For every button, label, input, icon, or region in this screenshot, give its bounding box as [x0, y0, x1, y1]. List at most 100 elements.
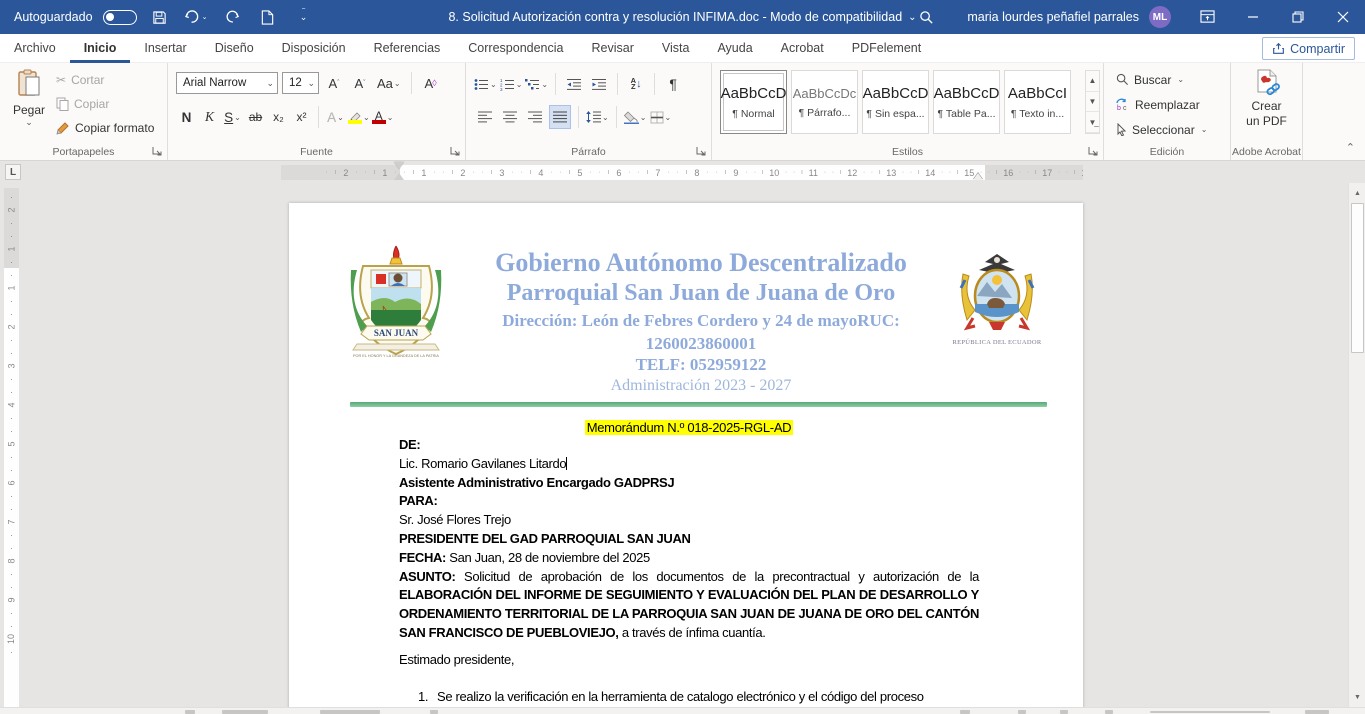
tab-diseño[interactable]: Diseño: [201, 34, 268, 63]
strikethrough-button[interactable]: ab: [245, 105, 266, 129]
letterhead: SAN JUAN POR EL HONOR Y LA GRANDEZA DE L…: [343, 240, 1047, 395]
text-effects-button[interactable]: A⌄: [325, 105, 346, 129]
letterhead-divider: [350, 402, 1047, 407]
first-line-indent-marker[interactable]: [394, 162, 404, 169]
styles-scroll-down-icon: ▼: [1086, 92, 1099, 113]
create-pdf-button[interactable]: Crear un PDF: [1231, 69, 1302, 129]
tab-correspondencia[interactable]: Correspondencia: [454, 34, 577, 63]
org-ruc: 1260023860001: [455, 333, 947, 354]
borders-button[interactable]: ⌄: [649, 105, 671, 129]
style-card-2[interactable]: AaBbCcD¶ Sin espa...: [862, 70, 929, 134]
vertical-ruler[interactable]: ·2··1· ·1··2··3··4··5··6··7··8··9··10·: [4, 188, 19, 707]
tab-referencias[interactable]: Referencias: [360, 34, 455, 63]
replace-button[interactable]: bc Reemplazar: [1116, 96, 1207, 113]
copy-button[interactable]: Copiar: [56, 95, 154, 113]
line-spacing-button[interactable]: ⌄: [586, 105, 609, 129]
highlight-color-button[interactable]: ⌄: [348, 105, 370, 129]
memo-body[interactable]: DE: Lic. Romario Gavilanes Litardo Asist…: [399, 436, 979, 706]
shading-button[interactable]: ⌄: [624, 105, 647, 129]
user-name[interactable]: maria lourdes peñafiel parrales: [967, 10, 1139, 24]
redo-icon[interactable]: [219, 4, 245, 30]
status-bar[interactable]: [0, 707, 1365, 714]
change-case-button[interactable]: Aa⌄: [375, 72, 403, 94]
tab-inicio[interactable]: Inicio: [70, 34, 131, 63]
scrollbar-thumb[interactable]: [1351, 203, 1364, 353]
subscript-button[interactable]: x₂: [268, 105, 289, 129]
customize-qat-icon[interactable]: ⌄‾: [291, 4, 317, 30]
document-page[interactable]: SAN JUAN POR EL HONOR Y LA GRANDEZA DE L…: [289, 203, 1083, 707]
minimize-button[interactable]: [1230, 0, 1275, 34]
format-painter-button[interactable]: Copiar formato: [56, 119, 154, 137]
collapse-ribbon-icon[interactable]: ⌃: [1346, 141, 1355, 154]
tab-pdfelement[interactable]: PDFelement: [838, 34, 935, 63]
save-icon[interactable]: [147, 4, 173, 30]
tab-revisar[interactable]: Revisar: [577, 34, 647, 63]
justify-button[interactable]: [549, 105, 571, 129]
autosave-toggle[interactable]: [103, 10, 137, 25]
clipboard-dialog-launcher[interactable]: [152, 146, 163, 157]
group-paragraph: ⌄ 123⌄ ⌄ AZ↓ ¶: [466, 63, 712, 160]
select-cursor-icon: [1116, 123, 1127, 136]
styles-scroll-up-icon: ▲: [1086, 71, 1099, 92]
paragraph-dialog-launcher[interactable]: [696, 146, 707, 157]
scroll-up-icon[interactable]: ▲: [1350, 185, 1365, 201]
shrink-font-button[interactable]: Aˇ: [349, 72, 371, 94]
tab-acrobat[interactable]: Acrobat: [767, 34, 838, 63]
grow-font-button[interactable]: Aˆ: [323, 72, 345, 94]
style-card-4[interactable]: AaBbCcI¶ Texto in...: [1004, 70, 1071, 134]
right-indent-marker[interactable]: [973, 173, 983, 180]
undo-icon[interactable]: ⌄: [183, 4, 209, 30]
new-document-icon[interactable]: [255, 4, 281, 30]
search-icon[interactable]: [903, 0, 949, 34]
font-dialog-launcher[interactable]: [450, 146, 461, 157]
org-administration: Administración 2023 - 2027: [455, 377, 947, 395]
greeting: Estimado presidente,: [399, 651, 979, 670]
align-center-button[interactable]: [499, 105, 521, 129]
decrease-indent-button[interactable]: [563, 72, 585, 96]
style-card-0[interactable]: AaBbCcD¶ Normal: [720, 70, 787, 134]
scroll-down-icon[interactable]: ▼: [1350, 689, 1365, 705]
org-name-line2: Parroquial San Juan de Juana de Oro: [455, 279, 947, 308]
select-button[interactable]: Seleccionar⌄: [1116, 121, 1207, 138]
avatar[interactable]: ML: [1149, 6, 1171, 28]
ruler-row: L ·ı2··ı1· ·ı1··ı2··ı3··ı4··ı5··ı6··ı7··…: [0, 161, 1365, 183]
align-left-button[interactable]: [474, 105, 496, 129]
multilevel-list-button[interactable]: ⌄: [525, 72, 548, 96]
font-color-button[interactable]: A⌄: [372, 105, 394, 129]
tab-disposición[interactable]: Disposición: [268, 34, 360, 63]
clear-formatting-button[interactable]: A◊: [420, 72, 442, 94]
tab-archivo[interactable]: Archivo: [0, 34, 70, 63]
italic-button[interactable]: K: [199, 105, 220, 129]
tab-vista[interactable]: Vista: [648, 34, 704, 63]
tab-ayuda[interactable]: Ayuda: [703, 34, 766, 63]
style-card-1[interactable]: AaBbCcDc¶ Párrafo...: [791, 70, 858, 134]
document-title[interactable]: 8. Solicitud Autorización contra y resol…: [448, 0, 916, 34]
sort-button[interactable]: AZ↓: [625, 72, 647, 96]
underline-button[interactable]: S⌄: [222, 105, 243, 129]
font-name-combobox[interactable]: Arial Narrow⌄: [176, 72, 278, 94]
font-name-chevron-icon: ⌄: [262, 78, 274, 89]
align-right-button[interactable]: [524, 105, 546, 129]
superscript-button[interactable]: x²: [291, 105, 312, 129]
de-name: Lic. Romario Gavilanes Litardo: [399, 455, 979, 474]
tab-insertar[interactable]: Insertar: [130, 34, 200, 63]
styles-dialog-launcher[interactable]: [1088, 146, 1099, 157]
find-button[interactable]: Buscar⌄: [1116, 71, 1207, 88]
bold-button[interactable]: N: [176, 105, 197, 129]
paste-button[interactable]: Pegar ⌄: [8, 69, 50, 141]
show-paragraph-marks-button[interactable]: ¶: [662, 72, 684, 96]
font-size-combobox[interactable]: 12⌄: [282, 72, 319, 94]
hanging-indent-marker[interactable]: [394, 173, 404, 180]
share-button[interactable]: Compartir: [1262, 37, 1355, 60]
bullet-list-button[interactable]: ⌄: [474, 72, 497, 96]
numbered-list-button[interactable]: 123⌄: [500, 72, 523, 96]
styles-gallery-scroll[interactable]: ▲ ▼ ▼̲: [1085, 70, 1100, 134]
tab-stop-selector[interactable]: L: [5, 164, 21, 180]
increase-indent-button[interactable]: [588, 72, 610, 96]
style-card-3[interactable]: AaBbCcD¶ Table Pa...: [933, 70, 1000, 134]
restore-button[interactable]: [1275, 0, 1320, 34]
vertical-scrollbar[interactable]: ▲ ▼: [1348, 183, 1365, 707]
close-button[interactable]: [1320, 0, 1365, 34]
cut-button[interactable]: ✂ Cortar: [56, 71, 154, 89]
ribbon-display-options-icon[interactable]: [1185, 0, 1230, 34]
